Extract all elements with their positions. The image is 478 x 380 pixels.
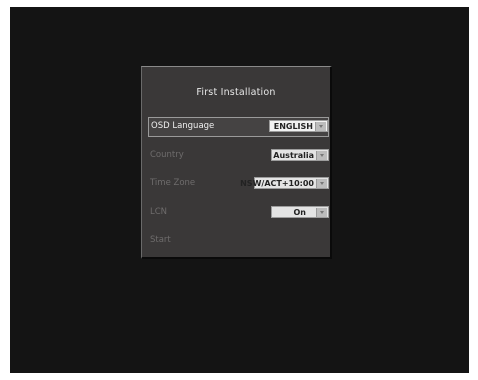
first-installation-dialog: First Installation OSD Language ENGLISH … [141,66,332,259]
osd-language-select[interactable]: ENGLISH [269,120,328,132]
lcn-row[interactable]: LCN On [148,203,329,223]
country-row[interactable]: Country Australia [148,146,329,166]
dialog-title: First Installation [196,87,276,98]
lcn-value: On [293,208,307,217]
country-select[interactable]: Australia [271,149,329,161]
time-zone-label: Time Zone [150,178,196,188]
time-zone-row[interactable]: Time Zone NSW/ACT+10:00 [148,174,329,194]
chevron-down-icon [316,208,327,217]
lcn-label: LCN [150,207,168,217]
chevron-down-icon [315,122,326,131]
start-row[interactable]: Start [148,231,329,251]
osd-language-row[interactable]: OSD Language ENGLISH [148,117,329,137]
time-zone-value: NSW/ACT+10:00 [240,179,314,188]
chevron-down-icon [316,179,327,188]
osd-language-value: ENGLISH [273,122,313,131]
country-value: Australia [273,151,314,160]
country-label: Country [150,150,184,160]
time-zone-select[interactable]: NSW/ACT+10:00 [240,177,329,189]
start-label: Start [150,235,171,245]
lcn-select[interactable]: On [271,206,329,218]
chevron-down-icon [316,151,327,160]
tv-screen: First Installation OSD Language ENGLISH … [10,7,469,373]
osd-language-label: OSD Language [151,121,215,131]
